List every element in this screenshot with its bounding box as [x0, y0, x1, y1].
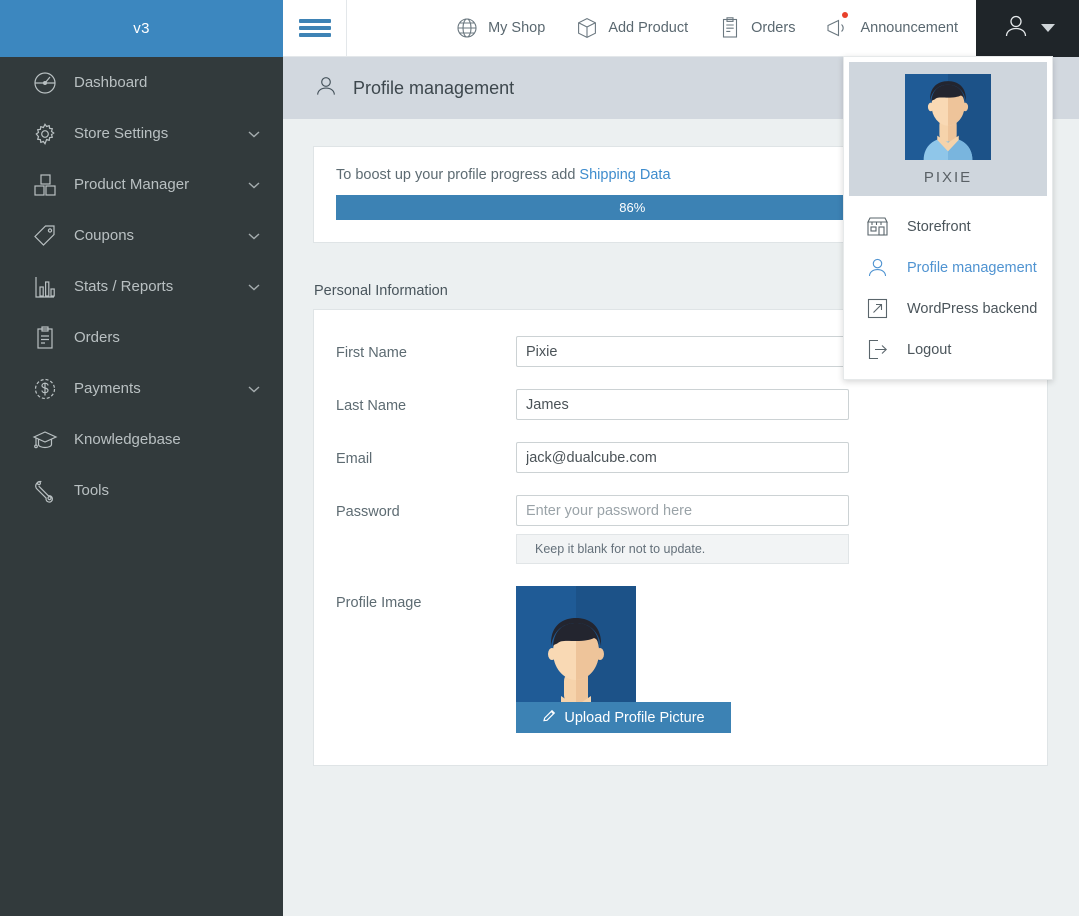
email-input[interactable]: [516, 442, 849, 473]
chevron-down-icon: [247, 229, 261, 243]
topnav-label: Announcement: [860, 20, 958, 36]
chevron-down-icon: [247, 127, 261, 141]
boxes-icon: [30, 170, 60, 200]
gear-icon: [30, 119, 60, 149]
sidebar-item-label: Dashboard: [74, 74, 148, 91]
sidebar-item-orders[interactable]: Orders: [0, 312, 283, 363]
clipboard-icon: [30, 323, 60, 353]
storefront-icon: [865, 214, 890, 239]
shipping-data-link[interactable]: Shipping Data: [579, 167, 670, 183]
sidebar-item-label: Stats / Reports: [74, 278, 174, 295]
progress-bar-fill: 86%: [336, 195, 929, 220]
profile-image-preview: Upload Profile Picture: [516, 586, 731, 733]
sidebar-item-dashboard[interactable]: Dashboard: [0, 57, 283, 108]
menu-item-storefront[interactable]: Storefront: [844, 206, 1052, 247]
topnav-label: Add Product: [608, 20, 689, 36]
hamburger-bar: [298, 33, 331, 37]
chevron-down-icon: [247, 280, 261, 294]
menu-item-label: Logout: [907, 341, 952, 358]
sidebar-item-label: Coupons: [74, 227, 135, 244]
hamburger-icon[interactable]: [283, 0, 347, 56]
cube-icon: [575, 16, 599, 40]
page-title: Profile management: [353, 77, 515, 98]
top-navigation-bar: My Shop Add Product Orders Announcement: [283, 0, 1079, 57]
user-menu-button[interactable]: [976, 0, 1079, 57]
progress-message-text: To boost up your profile progress add: [336, 167, 580, 183]
upload-profile-picture-button[interactable]: Upload Profile Picture: [516, 702, 731, 733]
logout-icon: [865, 337, 890, 362]
sidebar-item-tools[interactable]: Tools: [0, 465, 283, 516]
external-link-icon: [865, 296, 890, 321]
tag-icon: [30, 221, 60, 251]
sidebar-item-label: Orders: [74, 329, 120, 346]
megaphone-icon: [825, 12, 851, 40]
topnav-item-orders[interactable]: Orders: [718, 16, 795, 40]
chevron-down-icon: [247, 178, 261, 192]
form-row-password: Password Keep it blank for not to update…: [314, 495, 1047, 564]
topnav-label: Orders: [751, 20, 796, 36]
menu-item-wordpress-backend[interactable]: WordPress backend: [844, 288, 1052, 329]
sidebar-item-label: Store Settings: [74, 125, 169, 142]
hamburger-bar: [298, 26, 331, 30]
last-name-input[interactable]: [516, 389, 849, 420]
menu-item-profile-management[interactable]: Profile management: [844, 247, 1052, 288]
topnav-item-announcement[interactable]: Announcement: [825, 12, 958, 40]
sidebar-item-label: Knowledgebase: [74, 431, 181, 448]
user-menu-items: Storefront Profile management WordPress …: [844, 201, 1052, 379]
form-row-profile-image: Profile Image Upload Profile Picture: [314, 586, 1047, 765]
brand-logo[interactable]: v3: [0, 0, 283, 57]
last-name-label: Last Name: [336, 398, 407, 414]
sidebar-item-product-manager[interactable]: Product Manager: [0, 159, 283, 210]
menu-item-label: WordPress backend: [907, 300, 1038, 317]
user-avatar-image: [905, 74, 991, 160]
password-label: Password: [336, 504, 400, 520]
password-help-note: Keep it blank for not to update.: [516, 534, 849, 564]
sidebar-item-label: Payments: [74, 380, 141, 397]
user-icon: [313, 73, 339, 104]
chevron-down-icon: [247, 382, 261, 396]
sidebar-item-payments[interactable]: Payments: [0, 363, 283, 414]
caret-down-icon: [1040, 24, 1055, 32]
email-label: Email: [336, 451, 373, 467]
hamburger-bar: [298, 19, 331, 23]
user-menu-header: PIXIE: [849, 62, 1047, 196]
graduation-cap-icon: [30, 425, 60, 455]
user-icon: [865, 255, 890, 280]
sidebar-item-coupons[interactable]: Coupons: [0, 210, 283, 261]
sidebar-item-label: Product Manager: [74, 176, 190, 193]
profile-image-label: Profile Image: [336, 595, 422, 611]
first-name-input[interactable]: [516, 336, 849, 367]
sidebar: v3 Dashboard Store Settings Product Mana…: [0, 0, 283, 916]
upload-button-label: Upload Profile Picture: [564, 709, 705, 726]
password-input[interactable]: [516, 495, 849, 526]
dollar-circle-icon: [30, 374, 60, 404]
bar-chart-icon: [30, 272, 60, 302]
first-name-label: First Name: [336, 345, 407, 361]
progress-percent-label: 86%: [619, 200, 646, 215]
topnav-item-my-shop[interactable]: My Shop: [455, 16, 545, 40]
menu-item-label: Profile management: [907, 259, 1037, 276]
form-row-last-name: Last Name: [314, 389, 1047, 420]
globe-icon: [455, 16, 479, 40]
clipboard-icon: [718, 16, 742, 40]
sidebar-item-stats-reports[interactable]: Stats / Reports: [0, 261, 283, 312]
menu-item-logout[interactable]: Logout: [844, 329, 1052, 370]
brand-text: v3: [133, 20, 150, 37]
wrench-icon: [30, 476, 60, 506]
topnav-item-add-product[interactable]: Add Product: [575, 16, 688, 40]
topnav-label: My Shop: [488, 20, 546, 36]
user-name: PIXIE: [923, 169, 973, 186]
sidebar-item-store-settings[interactable]: Store Settings: [0, 108, 283, 159]
menu-item-label: Storefront: [907, 218, 971, 235]
top-nav-links: My Shop Add Product Orders Announcement: [347, 0, 976, 56]
user-icon: [1001, 11, 1031, 46]
dashboard-icon: [30, 68, 60, 98]
sidebar-item-knowledgebase[interactable]: Knowledgebase: [0, 414, 283, 465]
user-dropdown-menu: PIXIE Storefront Profile management Word…: [843, 56, 1053, 380]
sidebar-item-label: Tools: [74, 482, 110, 499]
pencil-icon: [542, 708, 557, 727]
form-row-email: Email: [314, 442, 1047, 473]
